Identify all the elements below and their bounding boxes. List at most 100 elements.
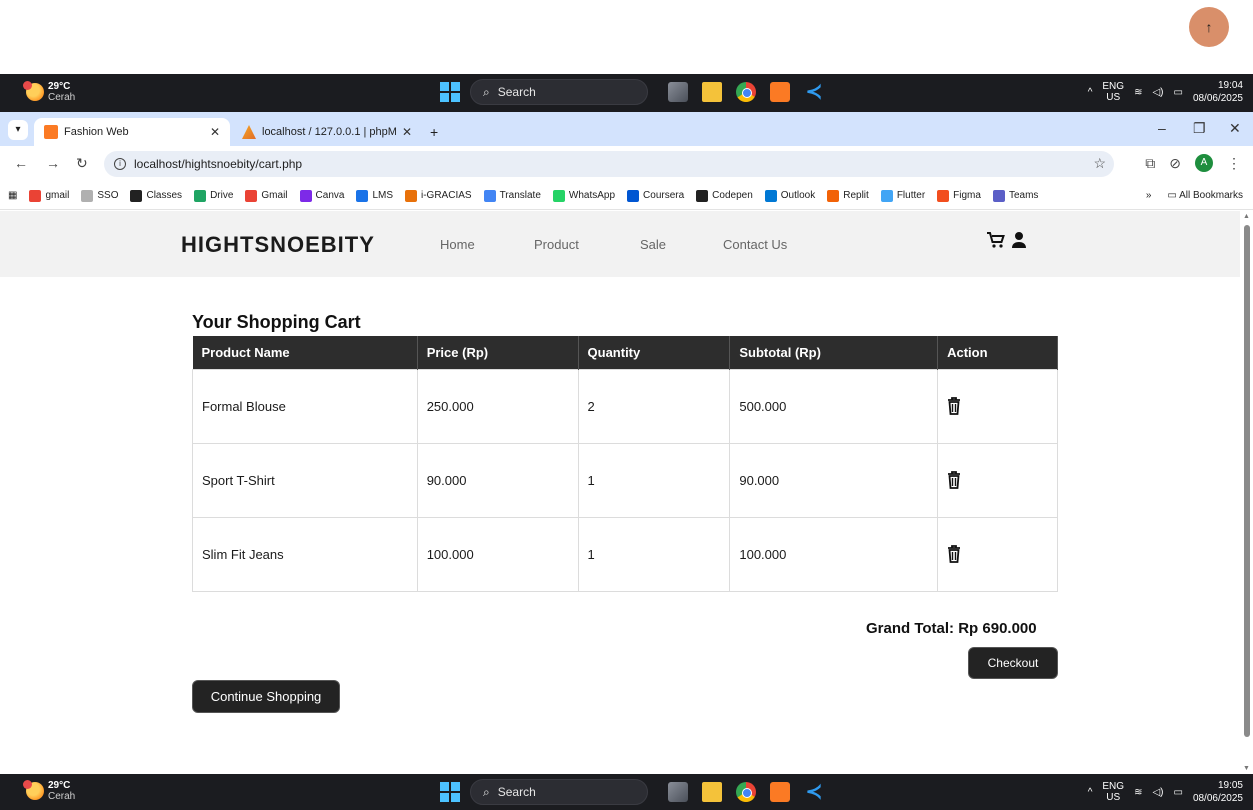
battery-icon[interactable]: ▭ (1173, 87, 1182, 98)
bookmark-flutter[interactable]: Flutter (880, 189, 925, 202)
close-tab-icon[interactable]: ✕ (210, 125, 220, 139)
task-view-icon[interactable] (668, 82, 688, 102)
apps-grid-icon[interactable]: ▦ (8, 190, 17, 201)
nav-contact-us[interactable]: Contact Us (723, 237, 787, 252)
table-row: Slim Fit Jeans 100.000 1 100.000 (192, 516, 1058, 592)
nav-sale[interactable]: Sale (640, 237, 666, 252)
bookmark-sso[interactable]: SSO (81, 189, 118, 202)
bookmark-replit[interactable]: Replit (827, 189, 869, 202)
bookmark-translate[interactable]: Translate (483, 189, 541, 202)
cell-product-name: Formal Blouse (192, 368, 418, 444)
language-indicator[interactable]: ENG US (1102, 781, 1124, 803)
tab-fashion-web[interactable]: Fashion Web ✕ (34, 118, 230, 146)
language-indicator[interactable]: ENG US (1102, 81, 1124, 103)
bookmark-teams[interactable]: Teams (992, 189, 1038, 202)
vscode-icon[interactable]: ≺ (804, 782, 824, 802)
bookmark-codepen[interactable]: Codepen (696, 189, 753, 202)
bookmark-coursera[interactable]: Coursera (627, 189, 684, 202)
reload-icon[interactable]: ↻ (76, 155, 88, 172)
cart-icon[interactable] (986, 231, 1006, 254)
tab-phpmyadmin[interactable]: localhost / 127.0.0.1 | phpMyAd ✕ (232, 118, 422, 146)
header-action: Action (937, 336, 1058, 369)
bookmark-gmail[interactable]: gmail (29, 189, 69, 202)
bookmark-gmail[interactable]: Gmail (245, 189, 288, 202)
volume-icon[interactable]: ◁) (1152, 87, 1163, 98)
chevron-up-icon[interactable]: ^ (1088, 787, 1093, 798)
wifi-icon[interactable]: ≋ (1134, 787, 1142, 798)
bookmark-figma[interactable]: Figma (937, 189, 981, 202)
close-window-icon[interactable]: ✕ (1229, 120, 1241, 137)
taskbar-search[interactable]: ⌕ Search (470, 79, 648, 105)
scroll-top-button[interactable]: ↑ (1189, 7, 1229, 47)
scroll-down-icon[interactable]: ▼ (1243, 765, 1250, 772)
site-logo[interactable]: HIGHTSNOEBITY (181, 232, 375, 258)
weather-widget[interactable]: 29°C Cerah (23, 780, 76, 802)
minimize-icon[interactable]: – (1158, 120, 1166, 136)
all-bookmarks[interactable]: ▭ All Bookmarks (1167, 190, 1243, 201)
nav-product[interactable]: Product (534, 237, 579, 252)
xampp-icon[interactable] (770, 782, 790, 802)
bookmark-lms[interactable]: LMS (356, 189, 393, 202)
taskbar-search[interactable]: ⌕ Search (470, 779, 648, 805)
forward-icon[interactable]: → (46, 155, 60, 171)
chrome-icon[interactable] (736, 782, 756, 802)
weather-condition: Cerah (48, 791, 76, 802)
new-tab-icon[interactable]: + (430, 124, 438, 140)
more-bookmarks-icon[interactable]: » (1146, 190, 1152, 201)
clock[interactable]: 19:05 08/06/2025 (1193, 779, 1243, 805)
xampp-icon[interactable] (770, 82, 790, 102)
vscode-icon[interactable]: ≺ (804, 82, 824, 102)
weather-widget[interactable]: 29°C Cerah (23, 81, 75, 103)
extensions-icon[interactable]: ⧉ (1145, 155, 1155, 172)
address-bar[interactable]: i localhost/hightsnoebity/cart.php ☆ (104, 151, 1114, 177)
trash-icon[interactable] (947, 397, 961, 415)
chrome-icon[interactable] (736, 82, 756, 102)
back-icon[interactable]: ← (14, 155, 28, 171)
bookmark-whatsapp[interactable]: WhatsApp (552, 189, 615, 202)
bookmark-outlook[interactable]: Outlook (764, 189, 815, 202)
header-price: Price (Rp) (417, 336, 579, 369)
continue-shopping-button[interactable]: Continue Shopping (192, 680, 340, 713)
site-info-icon[interactable]: i (114, 158, 126, 170)
user-icon[interactable] (1011, 231, 1027, 254)
browser-toolbar: ← → ↻ i localhost/hightsnoebity/cart.php… (0, 146, 1253, 182)
weather-icon (23, 81, 44, 101)
page-scrollbar[interactable]: ▲ ▼ (1240, 211, 1253, 774)
close-tab-icon[interactable]: ✕ (402, 125, 412, 139)
file-explorer-icon[interactable] (702, 782, 722, 802)
tab-search-button[interactable]: ▾ (8, 120, 28, 140)
nav-home[interactable]: Home (440, 237, 475, 252)
bookmark-canva[interactable]: Canva (299, 189, 344, 202)
cell-quantity: 1 (577, 442, 731, 518)
bookmark-favicon-icon (405, 189, 417, 202)
header-product-name: Product Name (192, 336, 418, 369)
checkout-button[interactable]: Checkout (968, 647, 1058, 679)
bookmark-star-icon[interactable]: ☆ (1093, 155, 1106, 172)
scrollbar-thumb[interactable] (1244, 225, 1250, 737)
battery-icon[interactable]: ▭ (1173, 787, 1182, 798)
customize-icon[interactable]: ⊘ (1169, 155, 1181, 172)
page-viewport: HIGHTSNOEBITY Home Product Sale Contact … (0, 211, 1240, 774)
bookmark-classes[interactable]: Classes (130, 189, 182, 202)
phpmyadmin-favicon-icon (242, 125, 256, 139)
profile-avatar[interactable]: A (1195, 154, 1213, 172)
file-explorer-icon[interactable] (702, 82, 722, 102)
chevron-up-icon[interactable]: ^ (1088, 87, 1093, 98)
wifi-icon[interactable]: ≋ (1134, 87, 1142, 98)
bookmark-i-gracias[interactable]: i-GRACIAS (405, 189, 472, 202)
arrow-up-icon: ↑ (1205, 19, 1213, 35)
bookmarks-bar: ▦ gmail SSO Classes Drive Gmail Canva LMS i-GRA… (0, 182, 1253, 210)
clock[interactable]: 19:04 08/06/2025 (1193, 79, 1243, 105)
windows-start-icon[interactable] (440, 82, 460, 102)
restore-icon[interactable]: ❐ (1193, 120, 1206, 137)
volume-icon[interactable]: ◁) (1152, 787, 1163, 798)
more-menu-icon[interactable]: ⋮ (1227, 155, 1241, 172)
scroll-up-icon[interactable]: ▲ (1243, 213, 1250, 220)
trash-icon[interactable] (947, 545, 961, 563)
trash-icon[interactable] (947, 471, 961, 489)
task-view-icon[interactable] (668, 782, 688, 802)
cell-subtotal: 500.000 (729, 368, 939, 444)
bookmark-drive[interactable]: Drive (194, 189, 233, 202)
url-text: localhost/hightsnoebity/cart.php (134, 157, 303, 171)
windows-start-icon[interactable] (440, 782, 460, 802)
